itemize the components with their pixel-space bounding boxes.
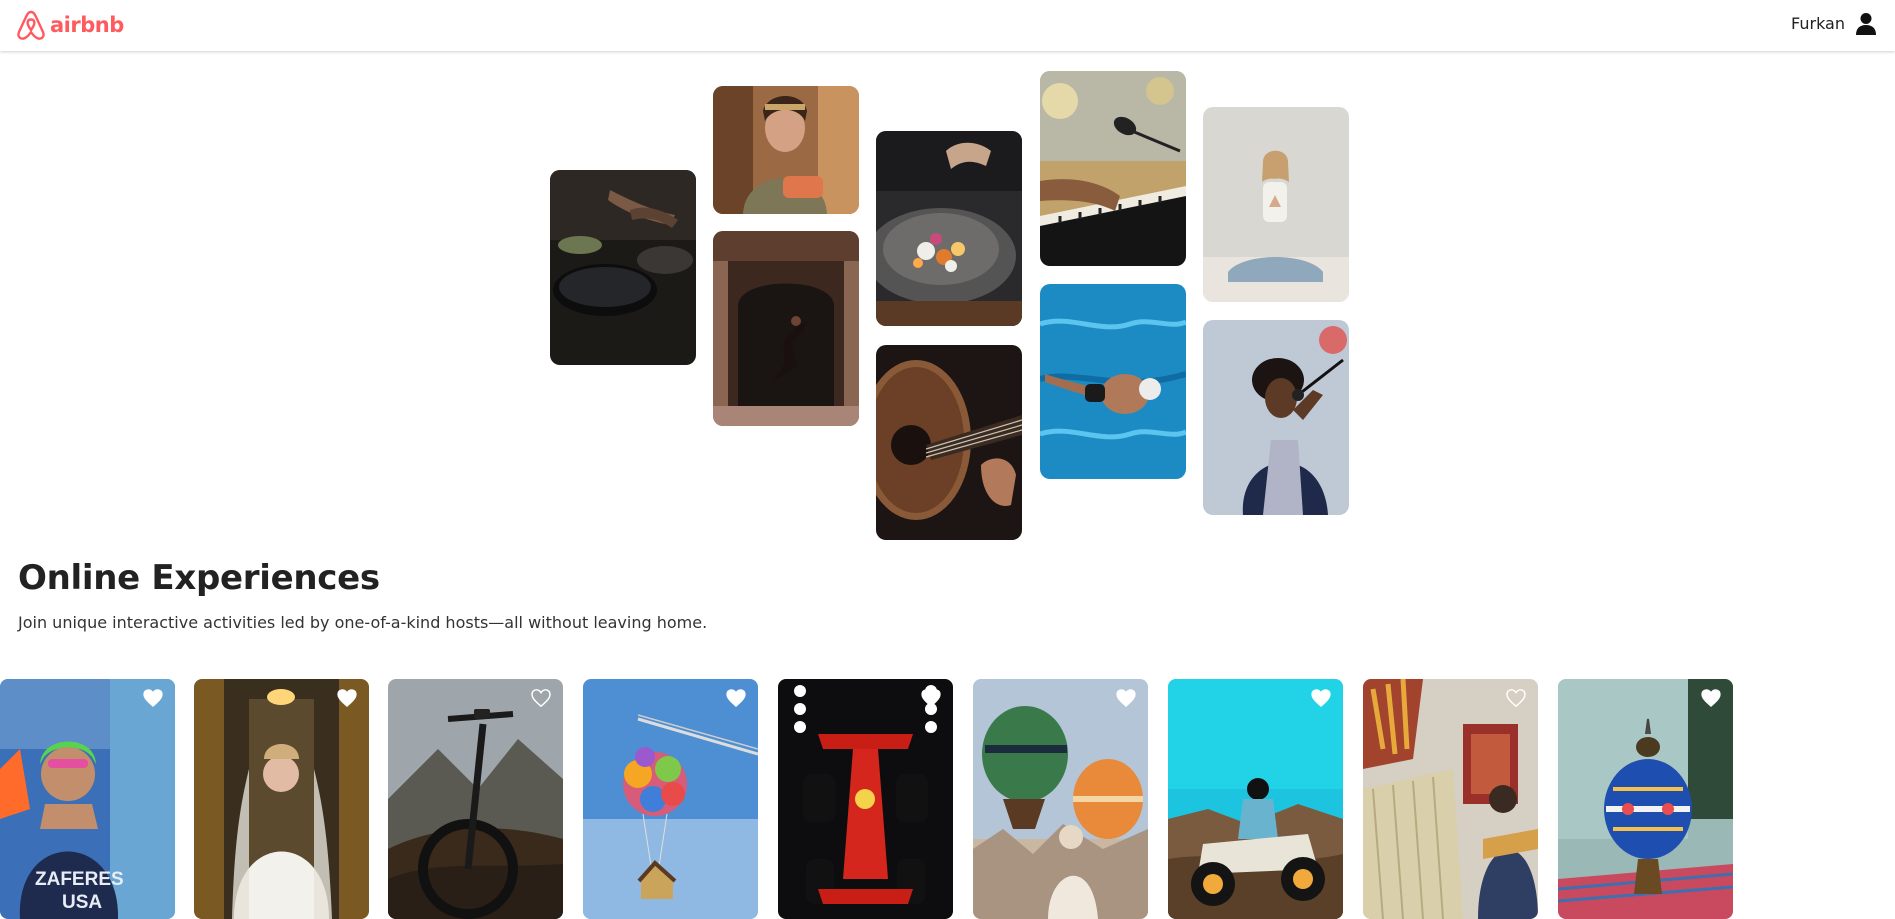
experience-card[interactable]: [1558, 679, 1733, 919]
user-name: Furkan: [1791, 14, 1845, 33]
experience-card[interactable]: [583, 679, 758, 919]
shirt-text-country: USA: [62, 892, 103, 913]
plated-dish-photo: [876, 131, 1022, 326]
airbnb-logo-icon: [17, 10, 45, 40]
favorite-heart-icon[interactable]: [143, 689, 163, 707]
experience-card[interactable]: [388, 679, 563, 919]
experience-card[interactable]: [1168, 679, 1343, 919]
acoustic-guitar-photo: [876, 345, 1022, 540]
carpet-weaver-photo: [1363, 679, 1538, 919]
top-navbar: airbnb Furkan: [0, 0, 1895, 51]
experience-card[interactable]: [973, 679, 1148, 919]
piano-microphone-photo: [1040, 71, 1186, 266]
hot-air-balloons-photo: [973, 679, 1148, 919]
shirt-text: ZAFERES: [35, 869, 124, 890]
section-title: Online Experiences: [18, 558, 380, 598]
woman-holding-food-photo: [713, 86, 859, 214]
swimmer-pool-photo: [1040, 284, 1186, 479]
experience-card[interactable]: [778, 679, 953, 919]
atv-rider-photo: [1168, 679, 1343, 919]
experience-card[interactable]: [194, 679, 369, 919]
favorite-heart-icon[interactable]: [921, 689, 941, 707]
experience-card[interactable]: [1363, 679, 1538, 919]
yoga-meditation-photo: [1203, 107, 1349, 302]
favorite-heart-icon[interactable]: [1701, 689, 1721, 707]
singer-microphone-photo: [1203, 320, 1349, 515]
favorite-heart-icon[interactable]: [337, 689, 357, 707]
mosaic-lamp-photo: [1558, 679, 1733, 919]
favorite-heart-icon[interactable]: [1506, 689, 1526, 707]
user-menu[interactable]: Furkan: [1791, 11, 1877, 37]
favorite-heart-icon[interactable]: [1311, 689, 1331, 707]
red-race-car-photo: [778, 679, 953, 919]
experience-card[interactable]: ZAFERES USA: [0, 679, 175, 919]
airbnb-logo[interactable]: airbnb: [16, 9, 124, 41]
dancer-in-doorway-photo: [713, 231, 859, 426]
favorite-heart-icon[interactable]: [531, 689, 551, 707]
bride-in-hallway-photo: [194, 679, 369, 919]
bicycle-on-hill-photo: [388, 679, 563, 919]
cooking-pans-photo: [550, 170, 696, 365]
section-subtitle: Join unique interactive activities led b…: [18, 613, 708, 632]
logo-text: airbnb: [50, 13, 124, 37]
person-icon: [1856, 13, 1876, 35]
balloon-house-photo: [583, 679, 758, 919]
favorite-heart-icon[interactable]: [1116, 689, 1136, 707]
favorite-heart-icon[interactable]: [726, 689, 746, 707]
